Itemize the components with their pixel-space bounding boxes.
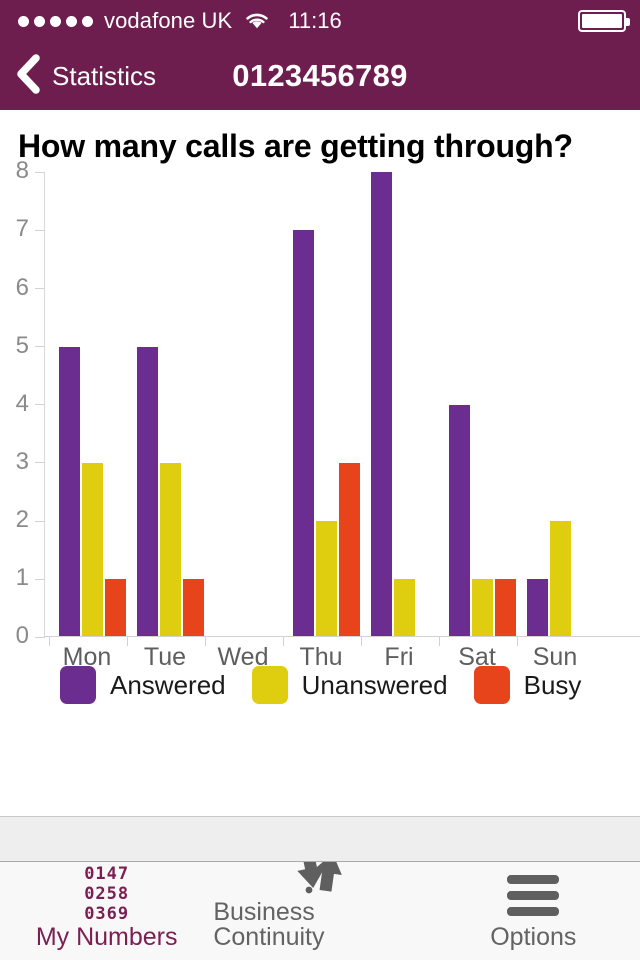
chart-bar-group	[205, 172, 283, 647]
chart-bar	[105, 579, 126, 638]
chart-bar	[316, 521, 337, 638]
chart-bar-group	[439, 172, 517, 647]
y-axis-tick-label: 2	[15, 506, 29, 534]
y-axis-tick-label: 3	[15, 447, 29, 475]
chart-bar-group	[283, 172, 361, 647]
y-axis-tick-mark	[35, 520, 45, 522]
clock-label: 11:16	[288, 8, 342, 33]
hamburger-menu-icon	[507, 869, 560, 921]
chart-bar-group	[127, 172, 205, 647]
wifi-icon	[244, 11, 270, 31]
chart-bar	[59, 346, 80, 638]
chart-title: How many calls are getting through?	[18, 128, 573, 164]
tab-business-continuity-label: Business Continuity	[213, 898, 325, 951]
chevron-left-icon	[14, 53, 40, 99]
chart-bars-layer	[45, 172, 622, 647]
battery-full-icon	[578, 10, 630, 32]
chart-bar	[449, 404, 470, 638]
chart-bar	[339, 462, 360, 638]
y-axis-tick-mark	[35, 229, 45, 231]
chart-bar	[82, 462, 103, 638]
y-axis-tick-mark	[35, 288, 45, 290]
x-axis-label: Fri	[384, 643, 414, 672]
y-axis-tick-mark	[35, 346, 45, 348]
chart-bar	[183, 579, 204, 638]
tab-my-numbers[interactable]: 0147 0258 0369 My Numbers	[0, 862, 213, 960]
y-axis-tick-label: 5	[15, 331, 29, 359]
chart-bar	[293, 230, 314, 638]
x-axis-label: Wed	[217, 643, 269, 672]
status-bar: vodafone UK 11:16	[0, 0, 640, 42]
tab-bar: 0147 0258 0369 My Numbers Business Conti…	[0, 846, 640, 960]
x-axis-label: Sat	[458, 643, 496, 672]
x-axis-label: Sun	[532, 643, 578, 672]
y-axis-tick-mark	[35, 404, 45, 406]
back-button[interactable]: Statistics	[0, 53, 157, 99]
y-axis-tick-label: 6	[15, 273, 29, 301]
chart-bar	[472, 579, 493, 638]
signal-strength-icon	[18, 15, 93, 27]
x-axis-label: Tue	[143, 643, 187, 672]
chart-bar	[394, 579, 415, 638]
y-axis-tick-label: 1	[15, 564, 29, 592]
carrier-label: vodafone UK	[104, 8, 233, 33]
app-screen: vodafone UK 11:16 Statistics 0123456789	[0, 0, 640, 960]
tab-my-numbers-label: My Numbers	[35, 923, 178, 951]
chart-bar	[160, 462, 181, 638]
number-grid-icon: 0147 0258 0369	[84, 865, 130, 924]
tab-business-continuity[interactable]: Business Continuity	[213, 846, 426, 960]
y-axis-tick-label: 0	[15, 622, 29, 650]
y-axis-tick-mark	[35, 171, 45, 173]
chart-bar	[137, 346, 158, 638]
chart-bar	[527, 579, 548, 638]
chart-bar-group	[49, 172, 127, 647]
navigation-bar: Statistics 0123456789	[0, 42, 640, 110]
content-filler-band	[0, 816, 640, 862]
chart-bar	[550, 521, 571, 638]
main-content: How many calls are getting through? 0 1 2 3…	[0, 110, 640, 862]
y-axis-tick-label: 8	[15, 157, 29, 185]
bar-chart: 0 1 2 3 4 5 6 7 8 Mon Tue Wed Thu Fri Sat Sun	[0, 159, 640, 670]
y-axis-tick-label: 7	[15, 215, 29, 243]
chart-bar	[371, 172, 392, 638]
number-grid-line-1: 0147	[84, 864, 130, 885]
number-grid-line-3: 0369	[84, 903, 130, 924]
back-button-label: Statistics	[52, 61, 157, 91]
chart-bar-group	[517, 172, 595, 647]
y-axis-tick-mark	[35, 578, 45, 580]
tab-options-label: Options	[490, 923, 577, 951]
chart-bar-group	[361, 172, 439, 647]
number-grid-line-2: 0258	[84, 884, 130, 905]
x-axis-label: Mon	[62, 643, 112, 672]
y-axis-tick-mark	[35, 462, 45, 464]
y-axis-tick-label: 4	[15, 389, 29, 417]
x-axis-labels: Mon Tue Wed Thu Fri Sat Sun	[44, 637, 622, 683]
x-axis-label: Thu	[299, 643, 343, 672]
chart-bar	[495, 579, 516, 638]
tab-options[interactable]: Options	[427, 862, 640, 960]
chart-plot-area: 0 1 2 3 4 5 6 7 8	[16, 159, 640, 648]
